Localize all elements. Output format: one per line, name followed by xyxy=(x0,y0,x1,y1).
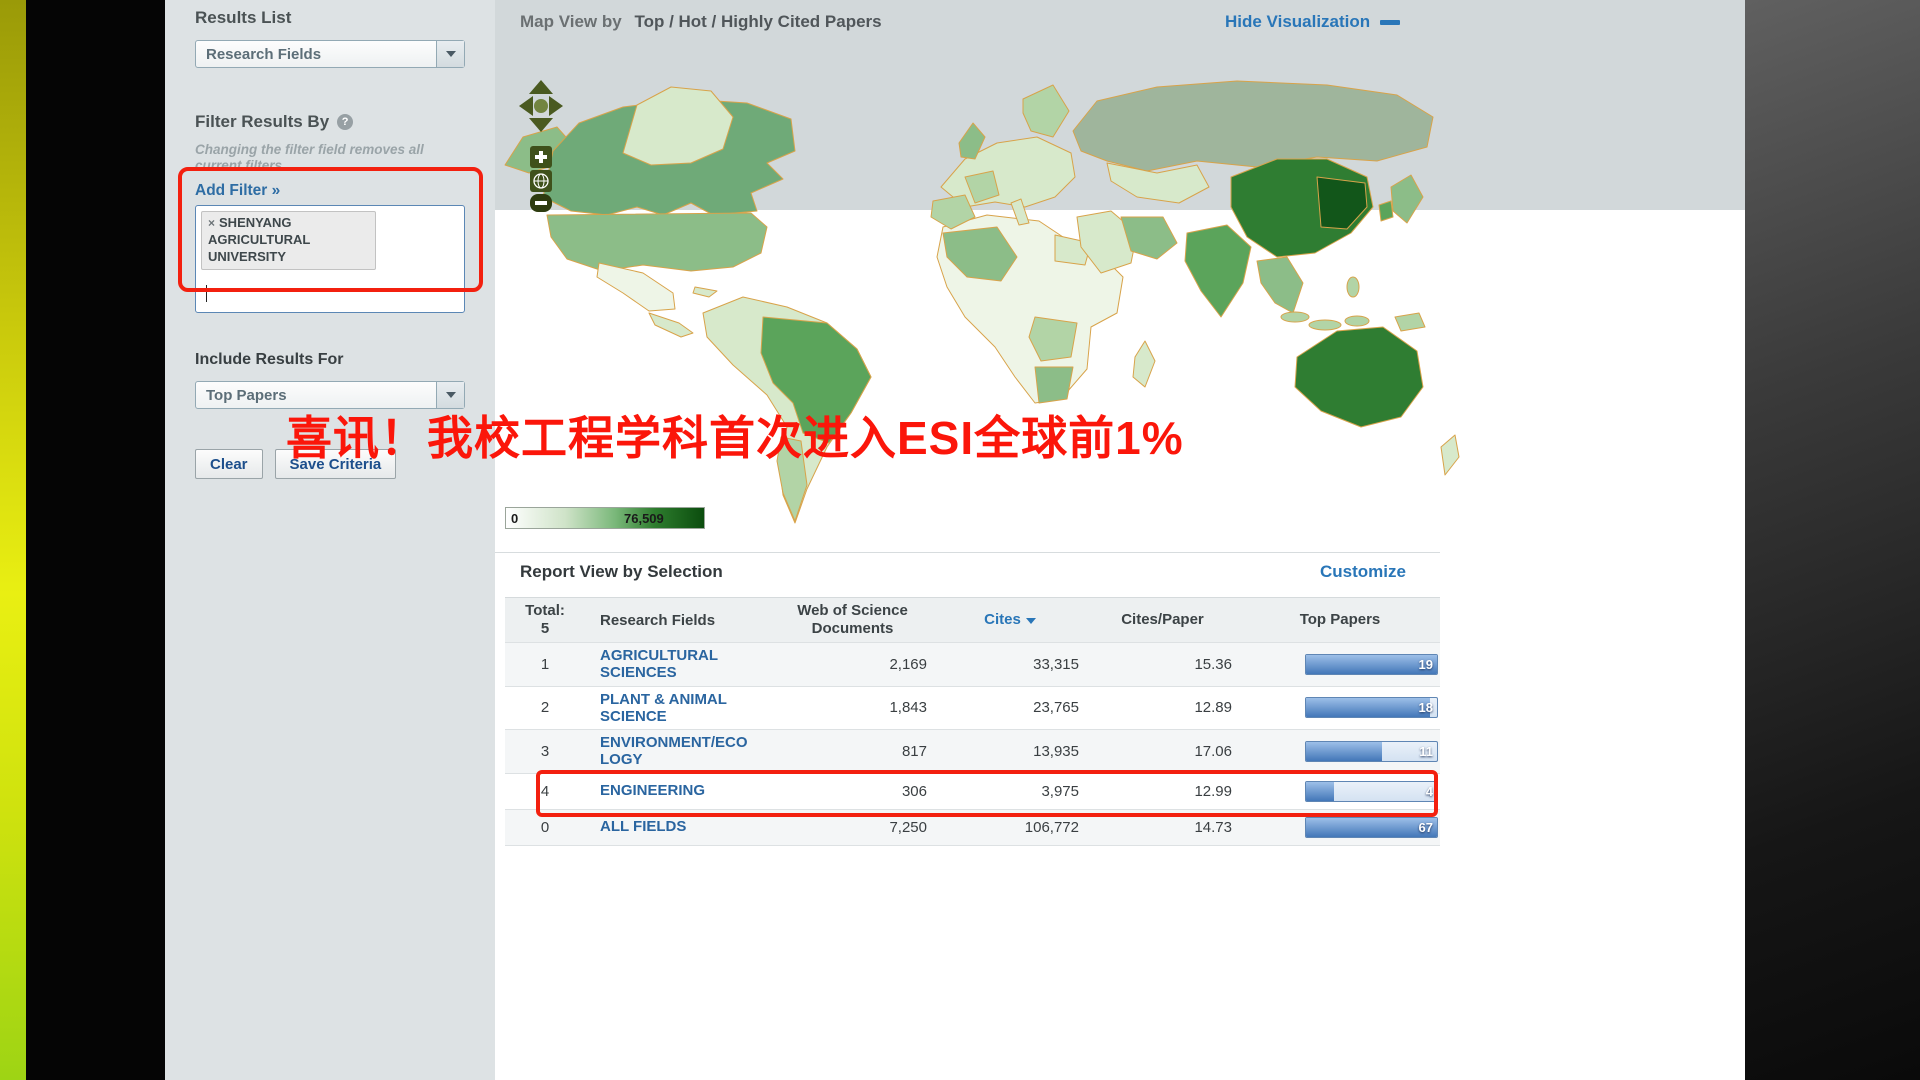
results-list-dropdown[interactable]: Research Fields xyxy=(195,40,465,68)
table-row-plant-animal-science: 2 PLANT & ANIMAL SCIENCE 1,843 23,765 12… xyxy=(505,687,1440,731)
cites-value: 3,975 xyxy=(935,783,1085,800)
field-link[interactable]: ALL FIELDS xyxy=(585,818,770,835)
report-view-header: Report View by Selection Customize xyxy=(495,552,1440,594)
hide-visualization-link[interactable]: Hide Visualization xyxy=(1225,12,1400,32)
report-table: Total: 5 Research Fields Web of Science … xyxy=(505,597,1440,846)
row-rank: 1 xyxy=(505,656,585,673)
map-view-title: Map View by Top / Hot / Highly Cited Pap… xyxy=(520,12,882,32)
filter-input-box[interactable]: ×SHENYANG AGRICULTURAL UNIVERSITY xyxy=(195,205,465,313)
top-papers-bar: 18 xyxy=(1305,697,1438,718)
top-papers-value: 19 xyxy=(1419,655,1433,674)
cites-per-paper-value: 14.73 xyxy=(1085,819,1240,836)
region-asia xyxy=(1073,81,1433,330)
sort-desc-icon xyxy=(1026,618,1036,624)
filter-change-note: Changing the filter field removes all cu… xyxy=(195,142,470,174)
top-papers-value: 18 xyxy=(1419,698,1433,717)
table-row-environment-ecology: 3 ENVIRONMENT/ECOLOGY 817 13,935 17.06 1… xyxy=(505,730,1440,774)
cites-value: 13,935 xyxy=(935,743,1085,760)
docs-value: 306 xyxy=(770,783,935,800)
col-top-papers: Top Papers xyxy=(1240,611,1440,629)
world-map-choropleth[interactable] xyxy=(495,65,1745,545)
desktop-edge-strip xyxy=(0,0,26,1080)
text-cursor xyxy=(206,285,207,302)
filter-results-by-heading: Filter Results By xyxy=(195,112,329,132)
legend-max-value: 76,509 xyxy=(624,511,664,526)
map-color-scale-legend: 0 76,509 xyxy=(505,507,705,529)
main-content: Map View by Top / Hot / Highly Cited Pap… xyxy=(495,0,1745,1080)
cites-value: 23,765 xyxy=(935,699,1085,716)
report-view-title: Report View by Selection xyxy=(520,562,723,582)
map-title-main: Top / Hot / Highly Cited Papers xyxy=(634,12,881,31)
table-row-engineering: 4 ENGINEERING 306 3,975 12.99 4 xyxy=(505,774,1440,810)
include-results-heading: Include Results For xyxy=(195,351,465,369)
region-south-america xyxy=(703,297,871,523)
row-rank: 2 xyxy=(505,699,585,716)
minus-icon xyxy=(1380,20,1400,25)
chevron-down-icon xyxy=(436,41,464,67)
globe-reset-icon xyxy=(530,170,552,192)
cites-value: 106,772 xyxy=(935,819,1085,836)
table-row-agricultural-sciences: 1 AGRICULTURAL SCIENCES 2,169 33,315 15.… xyxy=(505,643,1440,687)
legend-min-value: 0 xyxy=(511,511,518,526)
include-results-dropdown[interactable]: Top Papers xyxy=(195,381,465,409)
esi-application-window: Results List Research Fields Filter Resu… xyxy=(165,0,1745,1080)
map-title-prefix: Map View by xyxy=(520,12,622,31)
field-link[interactable]: PLANT & ANIMAL SCIENCE xyxy=(585,691,770,726)
cites-per-paper-value: 17.06 xyxy=(1085,743,1240,760)
zoom-out-icon xyxy=(530,194,552,212)
top-papers-value: 4 xyxy=(1426,782,1433,801)
top-papers-value: 67 xyxy=(1419,818,1433,837)
docs-value: 2,169 xyxy=(770,656,935,673)
field-link[interactable]: ENVIRONMENT/ECOLOGY xyxy=(585,734,770,769)
field-link[interactable]: AGRICULTURAL SCIENCES xyxy=(585,647,770,682)
table-header-row: Total: 5 Research Fields Web of Science … xyxy=(505,597,1440,643)
filter-tag: ×SHENYANG AGRICULTURAL UNIVERSITY xyxy=(201,211,376,270)
top-papers-bar: 4 xyxy=(1305,781,1438,802)
include-results-selected-value: Top Papers xyxy=(196,387,436,404)
top-papers-bar: 19 xyxy=(1305,654,1438,675)
top-papers-bar: 11 xyxy=(1305,741,1438,762)
table-row-all-fields: 0 ALL FIELDS 7,250 106,772 14.73 67 xyxy=(505,810,1440,846)
results-list-heading: Results List xyxy=(195,8,465,28)
filter-tag-label: SHENYANG AGRICULTURAL UNIVERSITY xyxy=(208,215,310,264)
customize-link[interactable]: Customize xyxy=(1320,562,1406,582)
docs-value: 817 xyxy=(770,743,935,760)
clear-button[interactable]: Clear xyxy=(195,449,263,479)
zoom-in-icon xyxy=(530,146,552,168)
help-icon[interactable]: ? xyxy=(337,114,353,130)
field-link[interactable]: ENGINEERING xyxy=(585,782,770,799)
sidebar: Results List Research Fields Filter Resu… xyxy=(165,0,495,1080)
cites-per-paper-value: 15.36 xyxy=(1085,656,1240,673)
results-list-selected-value: Research Fields xyxy=(196,46,436,63)
col-research-fields: Research Fields xyxy=(585,612,770,629)
add-filter-link[interactable]: Add Filter » xyxy=(195,182,280,200)
row-rank: 0 xyxy=(505,819,585,836)
docs-value: 7,250 xyxy=(770,819,935,836)
chevron-down-icon xyxy=(436,382,464,408)
cites-value: 33,315 xyxy=(935,656,1085,673)
row-rank: 3 xyxy=(505,743,585,760)
remove-filter-icon[interactable]: × xyxy=(208,216,215,230)
pan-control-icon xyxy=(519,80,563,132)
col-documents: Web of Science Documents xyxy=(770,602,935,638)
save-criteria-button[interactable]: Save Criteria xyxy=(275,449,397,479)
row-rank: 4 xyxy=(505,783,585,800)
region-europe xyxy=(931,85,1075,229)
desktop-right-shadow xyxy=(1745,0,1920,1080)
map-controls[interactable] xyxy=(517,80,565,232)
world-map-svg xyxy=(495,65,1745,545)
cites-per-paper-value: 12.99 xyxy=(1085,783,1240,800)
desktop-background: Results List Research Fields Filter Resu… xyxy=(0,0,1920,1080)
top-papers-value: 11 xyxy=(1419,742,1433,761)
col-cites-per-paper: Cites/Paper xyxy=(1085,611,1240,629)
docs-value: 1,843 xyxy=(770,699,935,716)
total-count-header: Total: 5 xyxy=(505,602,585,638)
col-cites-sort[interactable]: Cites xyxy=(935,611,1085,629)
region-oceania xyxy=(1295,313,1459,475)
cites-per-paper-value: 12.89 xyxy=(1085,699,1240,716)
top-papers-bar: 67 xyxy=(1305,817,1438,838)
